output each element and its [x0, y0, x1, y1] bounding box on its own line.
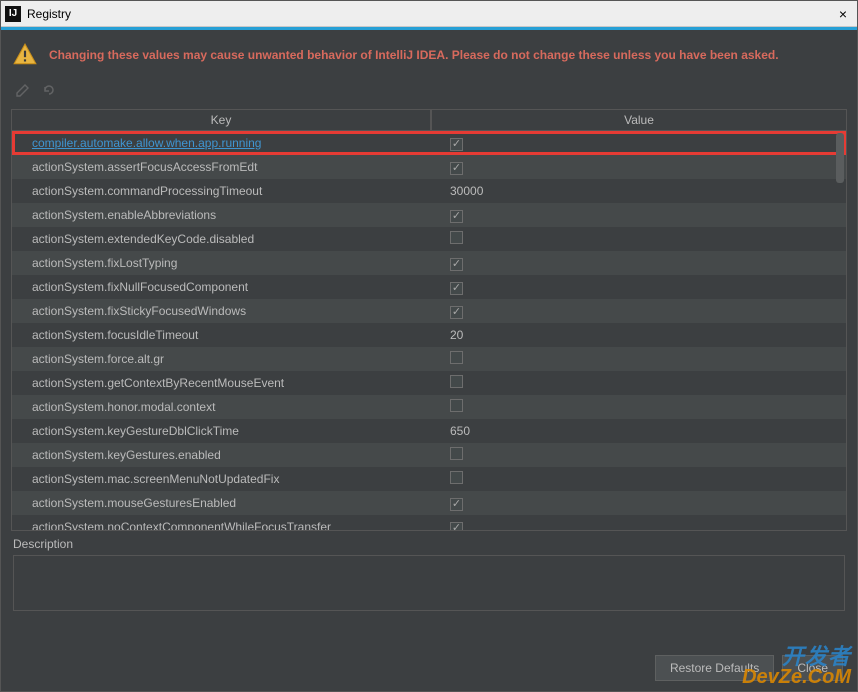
table-row[interactable]: actionSystem.commandProcessingTimeout300…	[12, 179, 846, 203]
table-row[interactable]: compiler.automake.allow.when.app.running	[12, 131, 846, 155]
table-row[interactable]: actionSystem.enableAbbreviations	[12, 203, 846, 227]
checkbox[interactable]	[450, 498, 463, 511]
registry-value[interactable]	[430, 496, 846, 511]
registry-key: actionSystem.noContextComponentWhileFocu…	[12, 520, 430, 531]
registry-value[interactable]: 650	[430, 424, 846, 438]
table-row[interactable]: actionSystem.extendedKeyCode.disabled	[12, 227, 846, 251]
checkbox[interactable]	[450, 282, 463, 295]
table-row[interactable]: actionSystem.fixNullFocusedComponent	[12, 275, 846, 299]
checkbox[interactable]	[450, 162, 463, 175]
checkbox[interactable]	[450, 210, 463, 223]
column-header-key[interactable]: Key	[11, 109, 431, 131]
registry-value[interactable]	[430, 208, 846, 223]
checkbox[interactable]	[450, 471, 463, 484]
table-row[interactable]: actionSystem.fixStickyFocusedWindows	[12, 299, 846, 323]
warning-text: Changing these values may cause unwanted…	[49, 48, 779, 62]
checkbox[interactable]	[450, 351, 463, 364]
registry-key: actionSystem.extendedKeyCode.disabled	[12, 232, 430, 246]
registry-key: actionSystem.mac.screenMenuNotUpdatedFix	[12, 472, 430, 486]
edit-icon[interactable]	[15, 82, 31, 101]
table-row[interactable]: actionSystem.mouseGesturesEnabled	[12, 491, 846, 515]
registry-value[interactable]	[430, 304, 846, 319]
table-row[interactable]: actionSystem.mac.screenMenuNotUpdatedFix	[12, 467, 846, 491]
table-body[interactable]: compiler.automake.allow.when.app.running…	[11, 131, 847, 531]
registry-value[interactable]	[430, 136, 846, 151]
table-row[interactable]: actionSystem.keyGestureDblClickTime650	[12, 419, 846, 443]
table-row[interactable]: actionSystem.assertFocusAccessFromEdt	[12, 155, 846, 179]
registry-key: actionSystem.fixLostTyping	[12, 256, 430, 270]
registry-key: actionSystem.mouseGesturesEnabled	[12, 496, 430, 510]
registry-key: actionSystem.fixStickyFocusedWindows	[12, 304, 430, 318]
checkbox[interactable]	[450, 258, 463, 271]
registry-key: actionSystem.keyGestures.enabled	[12, 448, 430, 462]
warning-banner: Changing these values may cause unwanted…	[1, 30, 857, 80]
table-row[interactable]: actionSystem.fixLostTyping	[12, 251, 846, 275]
app-icon: IJ	[5, 6, 21, 22]
titlebar: IJ Registry ×	[1, 1, 857, 27]
registry-value[interactable]	[430, 231, 846, 247]
table-row[interactable]: actionSystem.focusIdleTimeout20	[12, 323, 846, 347]
registry-value[interactable]	[430, 447, 846, 463]
registry-value[interactable]	[430, 280, 846, 295]
table-row[interactable]: actionSystem.noContextComponentWhileFocu…	[12, 515, 846, 531]
registry-value[interactable]	[430, 160, 846, 175]
window-title: Registry	[27, 7, 837, 21]
table-row[interactable]: actionSystem.honor.modal.context	[12, 395, 846, 419]
registry-value[interactable]	[430, 471, 846, 487]
registry-key: actionSystem.keyGestureDblClickTime	[12, 424, 430, 438]
close-button[interactable]: Close	[782, 655, 843, 681]
checkbox[interactable]	[450, 231, 463, 244]
column-header-value[interactable]: Value	[431, 109, 847, 131]
registry-key: actionSystem.fixNullFocusedComponent	[12, 280, 430, 294]
registry-key: actionSystem.enableAbbreviations	[12, 208, 430, 222]
table-header: Key Value	[11, 109, 847, 131]
registry-table: Key Value compiler.automake.allow.when.a…	[11, 109, 847, 531]
restore-defaults-button[interactable]: Restore Defaults	[655, 655, 774, 681]
checkbox[interactable]	[450, 138, 463, 151]
registry-key: actionSystem.force.alt.gr	[12, 352, 430, 366]
window-close-button[interactable]: ×	[837, 6, 849, 22]
registry-key: actionSystem.focusIdleTimeout	[12, 328, 430, 342]
description-label: Description	[13, 537, 845, 551]
table-row[interactable]: actionSystem.keyGestures.enabled	[12, 443, 846, 467]
registry-key: compiler.automake.allow.when.app.running	[12, 136, 430, 150]
registry-value[interactable]: 30000	[430, 184, 846, 198]
table-row[interactable]: actionSystem.getContextByRecentMouseEven…	[12, 371, 846, 395]
registry-value[interactable]	[430, 351, 846, 367]
checkbox[interactable]	[450, 306, 463, 319]
checkbox[interactable]	[450, 399, 463, 412]
checkbox[interactable]	[450, 375, 463, 388]
registry-key: actionSystem.honor.modal.context	[12, 400, 430, 414]
registry-value[interactable]: 20	[430, 328, 846, 342]
registry-value[interactable]	[430, 520, 846, 532]
scrollbar-thumb[interactable]	[836, 133, 844, 183]
description-box	[13, 555, 845, 611]
registry-value[interactable]	[430, 375, 846, 391]
registry-key: actionSystem.assertFocusAccessFromEdt	[12, 160, 430, 174]
registry-key: actionSystem.getContextByRecentMouseEven…	[12, 376, 430, 390]
registry-key: actionSystem.commandProcessingTimeout	[12, 184, 430, 198]
registry-value[interactable]	[430, 399, 846, 415]
checkbox[interactable]	[450, 522, 463, 532]
dialog-button-row: Restore Defaults Close	[655, 655, 843, 681]
content-area: Changing these values may cause unwanted…	[1, 27, 857, 611]
warning-icon	[11, 42, 39, 68]
table-row[interactable]: actionSystem.force.alt.gr	[12, 347, 846, 371]
toolbar	[1, 80, 857, 109]
revert-icon[interactable]	[41, 82, 57, 101]
checkbox[interactable]	[450, 447, 463, 460]
registry-value[interactable]	[430, 256, 846, 271]
